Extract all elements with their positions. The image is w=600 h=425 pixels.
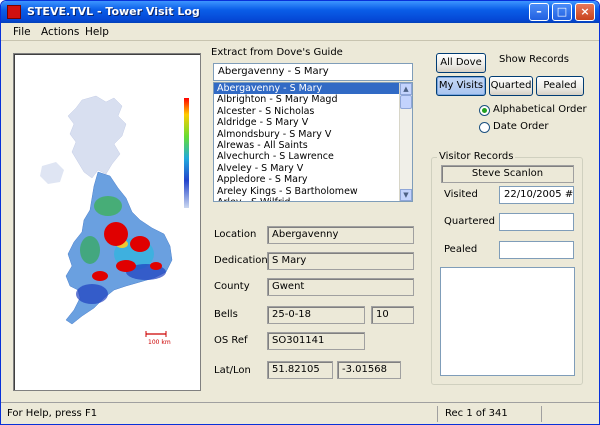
latitude-field: 51.82105 xyxy=(267,361,333,379)
tower-list-item[interactable]: Alrewas - All Saints xyxy=(214,140,412,151)
density-blue-sw xyxy=(76,284,108,304)
map-ireland xyxy=(40,162,64,184)
latlon-label: Lat/Lon xyxy=(214,365,251,376)
longitude-field: -3.01568 xyxy=(337,361,401,379)
alphabetical-order-label[interactable]: Alphabetical Order xyxy=(493,104,587,115)
map-color-legend xyxy=(184,98,189,208)
uk-tower-density-map: 100 km xyxy=(40,95,173,346)
menu-bar: File Actions Help xyxy=(1,23,599,41)
alphabetical-order-radio[interactable] xyxy=(479,105,490,116)
map-panel: 100 km xyxy=(13,53,201,391)
quartered-field[interactable] xyxy=(499,213,574,231)
all-dove-button[interactable]: All Dove xyxy=(436,53,486,73)
pealed-label: Pealed xyxy=(444,244,478,255)
tower-list-item[interactable]: Aldridge - S Mary V xyxy=(214,117,412,128)
density-red-southwest xyxy=(92,271,108,281)
scroll-down-icon[interactable]: ▼ xyxy=(400,189,412,201)
tower-list-scrollbar[interactable]: ▲ ▼ xyxy=(399,83,412,201)
density-red-east xyxy=(130,236,150,252)
status-bar: For Help, press F1 Rec 1 of 341 xyxy=(1,402,599,424)
tower-list-item[interactable]: Alvechurch - S Lawrence xyxy=(214,151,412,162)
close-icon[interactable]: × xyxy=(575,3,595,21)
status-help-text: For Help, press F1 xyxy=(7,408,98,419)
location-field: Abergavenny xyxy=(267,226,414,244)
menu-file[interactable]: File xyxy=(13,26,31,38)
bells-count-field: 10 xyxy=(371,306,414,324)
tower-list-item[interactable]: Alveley - S Mary V xyxy=(214,163,412,174)
tower-list-item[interactable]: Alcester - S Nicholas xyxy=(214,106,412,117)
app-icon[interactable] xyxy=(7,5,21,19)
date-order-label[interactable]: Date Order xyxy=(493,121,549,132)
pealed-button[interactable]: Pealed xyxy=(536,76,584,96)
menu-help[interactable]: Help xyxy=(85,26,109,38)
date-order-radio[interactable] xyxy=(479,122,490,133)
density-red-midlands xyxy=(104,222,128,246)
tower-list-item[interactable]: Almondsbury - S Mary V xyxy=(214,129,412,140)
dedication-label: Dedication xyxy=(214,255,268,266)
status-separator xyxy=(437,406,438,422)
tower-list-item[interactable]: Abergavenny - S Mary xyxy=(214,83,412,95)
maximize-icon[interactable]: □ xyxy=(552,3,572,21)
visited-field[interactable]: 22/10/2005 #3 xyxy=(499,186,574,204)
title-bar[interactable]: STEVE.TVL - Tower Visit Log – □ × xyxy=(1,1,599,23)
visited-label: Visited xyxy=(444,189,478,200)
map-scotland xyxy=(67,95,127,179)
osref-label: OS Ref xyxy=(214,335,248,346)
visitor-notes-field[interactable] xyxy=(440,267,575,376)
scroll-up-icon[interactable]: ▲ xyxy=(400,83,412,95)
tower-list-rows: Abergavenny - S Mary Albrighton - S Mary … xyxy=(214,83,412,201)
density-green-north xyxy=(94,196,122,216)
minimize-icon[interactable]: – xyxy=(529,3,549,21)
quartered-label: Quartered xyxy=(444,216,495,227)
bells-weight-field: 25-0-18 xyxy=(267,306,365,324)
osref-field: SO301141 xyxy=(267,332,365,350)
app-window: STEVE.TVL - Tower Visit Log – □ × File A… xyxy=(0,0,600,425)
tower-search-combo[interactable]: Abergavenny - S Mary xyxy=(213,63,413,81)
show-records-label: Show Records xyxy=(499,54,569,65)
my-visits-button[interactable]: My Visits xyxy=(436,76,486,96)
bells-label: Bells xyxy=(214,309,238,320)
county-field: Gwent xyxy=(267,278,414,296)
density-green-west xyxy=(80,236,100,264)
tower-list-item[interactable]: Arley - S Wilfrid xyxy=(214,197,412,201)
visitor-name-field: Steve Scanlon xyxy=(441,165,574,183)
tower-list-item[interactable]: Areley Kings - S Bartholomew xyxy=(214,186,412,197)
density-red-kent xyxy=(150,262,162,270)
map-scale-label: 100 km xyxy=(148,339,171,346)
pealed-field[interactable] xyxy=(499,241,574,259)
quarted-button[interactable]: Quarted xyxy=(489,76,533,96)
location-label: Location xyxy=(214,229,257,240)
county-label: County xyxy=(214,281,250,292)
menu-actions[interactable]: Actions xyxy=(41,26,79,38)
tower-list[interactable]: Abergavenny - S Mary Albrighton - S Mary … xyxy=(213,82,413,202)
extract-group-label: Extract from Dove's Guide xyxy=(211,47,343,58)
tower-list-item[interactable]: Albrighton - S Mary Magd xyxy=(214,94,412,105)
status-record-count: Rec 1 of 341 xyxy=(445,408,508,419)
status-separator xyxy=(541,406,542,422)
tower-list-item[interactable]: Appledore - S Mary xyxy=(214,174,412,185)
window-title: STEVE.TVL - Tower Visit Log xyxy=(27,5,200,18)
scroll-thumb[interactable] xyxy=(400,95,412,109)
density-red-south xyxy=(116,260,136,272)
dedication-field: S Mary xyxy=(267,252,414,270)
visitor-records-label: Visitor Records xyxy=(437,151,516,162)
